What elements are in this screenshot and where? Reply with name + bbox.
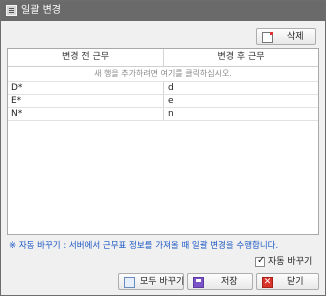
save-icon [193, 277, 204, 288]
cell-after[interactable]: n [168, 108, 174, 120]
grid-header: 변경 전 근무 변경 후 근무 [8, 49, 318, 67]
replace-icon [124, 277, 135, 288]
auto-replace-note: ※ 자동 바꾸기 : 서버에서 근무표 정보를 가져올 때 일괄 변경을 수행합… [9, 241, 279, 251]
delete-doc-icon [262, 32, 273, 43]
change-all-label: 모두 바꾸기 [140, 277, 185, 287]
table-row[interactable]: N* n [8, 108, 318, 121]
cell-after[interactable]: e [168, 95, 174, 107]
column-divider [163, 95, 164, 107]
checkmark-icon: ✓ [257, 255, 266, 266]
window-title: 일괄 변경 [21, 5, 61, 16]
list-icon [6, 5, 17, 16]
replacement-grid[interactable]: 변경 전 근무 변경 후 근무 새 행을 추가하려면 여기를 클릭하십시오. D… [7, 48, 319, 235]
close-icon: ✕ [262, 277, 273, 288]
delete-button[interactable]: 삭제 [256, 28, 316, 45]
column-header-after[interactable]: 변경 후 근무 [164, 49, 318, 66]
close-label: 닫기 [287, 277, 304, 287]
table-row[interactable]: D* d [8, 82, 318, 95]
title-bar[interactable]: 일괄 변경 [1, 1, 325, 21]
new-row-placeholder[interactable]: 새 행을 추가하려면 여기를 클릭하십시오. [8, 67, 318, 82]
save-label: 저장 [221, 277, 238, 287]
change-all-button[interactable]: 모두 바꾸기 [118, 273, 184, 290]
cell-before[interactable]: D* [11, 82, 22, 94]
close-button[interactable]: ✕ 닫기 [256, 273, 319, 290]
column-divider [163, 108, 164, 120]
column-header-before[interactable]: 변경 전 근무 [8, 49, 163, 66]
cell-before[interactable]: E* [11, 95, 21, 107]
checkbox-box[interactable]: ✓ [255, 255, 266, 267]
column-divider [163, 82, 164, 94]
cell-before[interactable]: N* [11, 108, 22, 120]
save-button[interactable]: 저장 [187, 273, 253, 290]
batch-change-dialog: 일괄 변경 삭제 변경 전 근무 변경 후 근무 새 행을 추가하려면 여기를 … [0, 0, 326, 296]
table-row[interactable]: E* e [8, 95, 318, 108]
cell-after[interactable]: d [168, 82, 174, 94]
delete-button-label: 삭제 [287, 32, 304, 42]
auto-replace-label[interactable]: 자동 바꾸기 [268, 256, 312, 268]
